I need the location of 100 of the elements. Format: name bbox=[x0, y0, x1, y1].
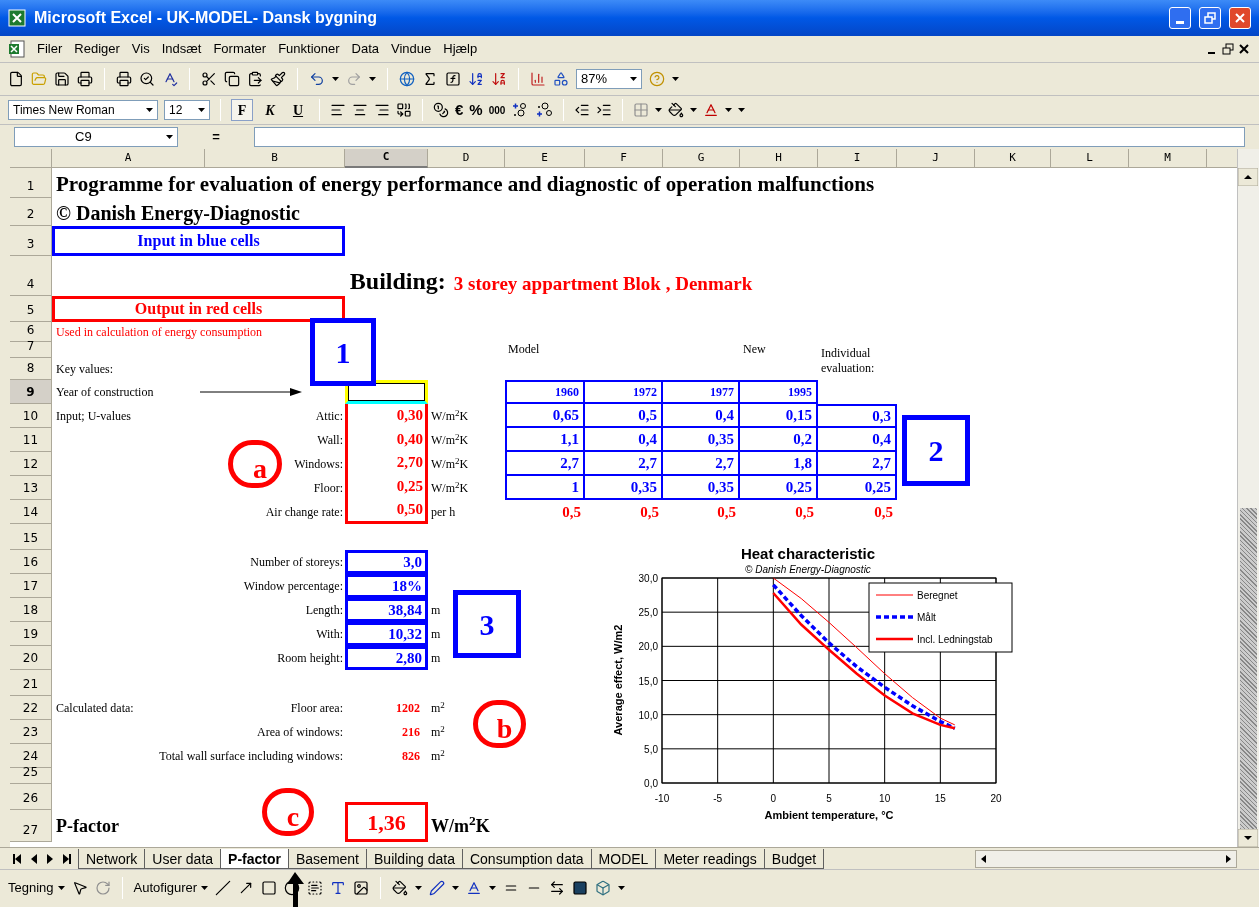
fill-color-icon[interactable] bbox=[668, 102, 685, 118]
caret-icon[interactable] bbox=[369, 77, 376, 81]
caret-icon[interactable] bbox=[672, 77, 679, 81]
row-header[interactable]: 22 bbox=[10, 696, 52, 720]
sheet-tab[interactable]: Network bbox=[78, 849, 146, 869]
sort-descending-icon[interactable] bbox=[491, 71, 507, 87]
restore-button[interactable] bbox=[1199, 7, 1221, 29]
align-right-icon[interactable] bbox=[374, 102, 390, 118]
line-color-icon[interactable] bbox=[429, 879, 446, 896]
format-painter-icon[interactable] bbox=[270, 71, 286, 87]
cut-icon[interactable] bbox=[201, 71, 217, 87]
new-file-icon[interactable] bbox=[8, 71, 24, 87]
column-header[interactable]: E bbox=[505, 149, 585, 168]
sheet-tab[interactable]: Meter readings bbox=[656, 849, 765, 869]
shadow-icon[interactable] bbox=[572, 879, 589, 896]
rotate-icon[interactable] bbox=[94, 879, 111, 896]
caret-icon[interactable] bbox=[198, 108, 205, 112]
sheet-tab[interactable]: Building data bbox=[367, 849, 463, 869]
row-header[interactable]: 23 bbox=[10, 720, 52, 744]
copy-icon[interactable] bbox=[224, 71, 240, 87]
printer-icon[interactable] bbox=[77, 71, 93, 87]
sheet-tab[interactable]: MODEL bbox=[591, 849, 657, 869]
bold-button[interactable]: F bbox=[231, 99, 253, 121]
row-header[interactable]: 27 bbox=[10, 810, 52, 842]
draw-menu[interactable]: Tegning bbox=[8, 877, 65, 898]
vertical-scrollbar[interactable] bbox=[1237, 149, 1259, 847]
sheet-tab[interactable]: Basement bbox=[288, 849, 367, 869]
number-format-button[interactable]: € bbox=[455, 98, 464, 122]
caret-icon[interactable] bbox=[146, 108, 153, 112]
row-header[interactable]: 10 bbox=[10, 404, 52, 428]
row-header[interactable]: 1 bbox=[10, 168, 52, 198]
arrow-style-icon[interactable] bbox=[549, 879, 566, 896]
fill-color-icon[interactable] bbox=[392, 879, 409, 896]
undo-icon[interactable] bbox=[309, 71, 325, 87]
increase-indent-icon[interactable] bbox=[596, 102, 613, 118]
menu-item[interactable]: Data bbox=[346, 39, 384, 59]
row-header[interactable]: 9 bbox=[10, 380, 52, 404]
save-icon[interactable] bbox=[54, 71, 70, 87]
font-size-dropdown[interactable]: 12 bbox=[164, 100, 210, 120]
row-header[interactable]: 17 bbox=[10, 574, 52, 598]
row-header[interactable]: 12 bbox=[10, 452, 52, 476]
row-header[interactable]: 21 bbox=[10, 670, 52, 696]
caret-icon[interactable] bbox=[166, 135, 173, 139]
column-header[interactable]: D bbox=[428, 149, 505, 168]
zoom-dropdown[interactable]: 87% bbox=[576, 69, 642, 89]
number-format-button[interactable]: % bbox=[469, 98, 483, 122]
row-header[interactable]: 25 bbox=[10, 768, 52, 784]
align-center-icon[interactable] bbox=[352, 102, 368, 118]
row-header[interactable]: 24 bbox=[10, 744, 52, 768]
caret-icon[interactable] bbox=[57, 885, 65, 890]
globe-icon[interactable] bbox=[399, 71, 415, 87]
font-color-icon[interactable] bbox=[703, 102, 720, 118]
chart-icon[interactable] bbox=[530, 71, 546, 87]
column-header[interactable]: C bbox=[345, 149, 428, 168]
row-header[interactable]: 16 bbox=[10, 550, 52, 574]
wordart-icon[interactable] bbox=[330, 879, 347, 896]
menu-item[interactable]: Vis bbox=[126, 39, 155, 59]
sheet-tab[interactable]: User data bbox=[145, 849, 222, 869]
formula-field[interactable] bbox=[254, 127, 1245, 147]
menu-item[interactable]: Hjælp bbox=[438, 39, 483, 59]
sheet-tab[interactable]: Consumption data bbox=[462, 849, 592, 869]
column-header[interactable]: I bbox=[818, 149, 897, 168]
column-header[interactable]: L bbox=[1051, 149, 1129, 168]
column-header[interactable]: J bbox=[897, 149, 975, 168]
menu-item[interactable]: Filer bbox=[32, 39, 68, 59]
caret-icon[interactable] bbox=[690, 108, 698, 112]
caret-icon[interactable] bbox=[201, 885, 209, 890]
align-left-icon[interactable] bbox=[330, 102, 346, 118]
row-header[interactable]: 18 bbox=[10, 598, 52, 622]
close-icon[interactable] bbox=[1237, 42, 1251, 56]
3d-icon[interactable] bbox=[595, 879, 612, 896]
caret-icon[interactable] bbox=[630, 77, 637, 81]
column-header[interactable]: K bbox=[975, 149, 1051, 168]
decrease-indent-icon[interactable] bbox=[574, 102, 591, 118]
caret-icon[interactable] bbox=[452, 885, 460, 890]
horizontal-scrollbar[interactable] bbox=[975, 849, 1237, 868]
print-preview-icon[interactable] bbox=[139, 71, 155, 87]
underline-button[interactable]: U bbox=[287, 99, 309, 121]
rectangle-icon[interactable] bbox=[261, 879, 278, 896]
caret-icon[interactable] bbox=[489, 885, 497, 890]
sheet-tab[interactable]: P-factor bbox=[221, 849, 289, 869]
decrease-decimal-icon[interactable] bbox=[535, 102, 554, 118]
text-box-icon[interactable] bbox=[307, 879, 324, 896]
caret-icon[interactable] bbox=[655, 108, 663, 112]
function-icon[interactable] bbox=[445, 71, 461, 87]
pointer-icon[interactable] bbox=[71, 879, 88, 896]
row-header[interactable]: 15 bbox=[10, 524, 52, 550]
row-header[interactable]: 13 bbox=[10, 476, 52, 500]
sheet-tab[interactable]: Budget bbox=[764, 849, 825, 869]
column-header[interactable]: G bbox=[663, 149, 740, 168]
autoshapes-menu[interactable]: Autofigurer bbox=[133, 877, 209, 898]
row-header[interactable]: 20 bbox=[10, 646, 52, 670]
column-header[interactable]: M bbox=[1129, 149, 1207, 168]
row-header[interactable]: 6 bbox=[10, 322, 52, 342]
row-header[interactable]: 4 bbox=[10, 256, 52, 296]
currency-icon[interactable] bbox=[433, 102, 449, 118]
column-header[interactable]: B bbox=[205, 149, 345, 168]
column-header[interactable]: A bbox=[52, 149, 205, 168]
scroll-thumb[interactable] bbox=[1240, 508, 1257, 829]
row-header[interactable]: 3 bbox=[10, 226, 52, 256]
